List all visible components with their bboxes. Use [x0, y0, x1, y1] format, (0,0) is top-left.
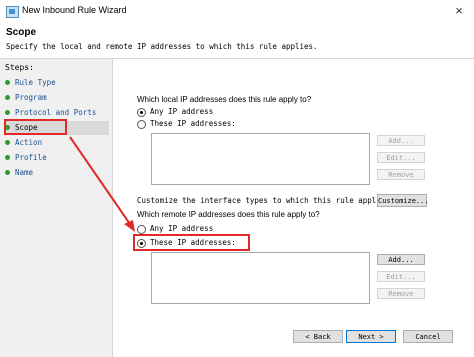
annotation-arrow-icon [69, 136, 135, 232]
